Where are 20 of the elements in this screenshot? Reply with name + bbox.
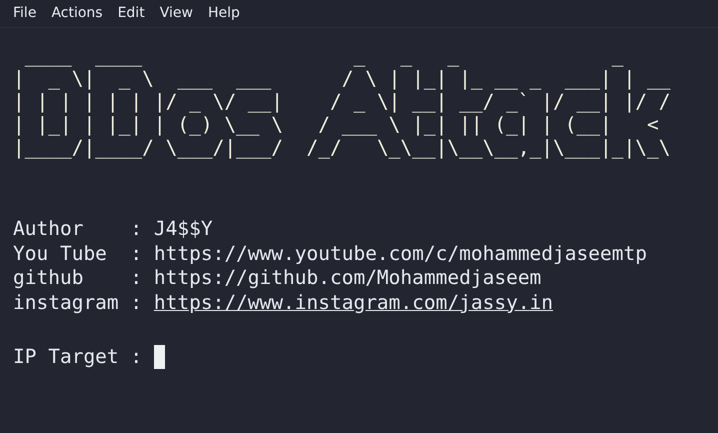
info-value: https://github.com/Mohammedjaseem xyxy=(154,266,542,290)
menu-item[interactable]: Edit xyxy=(118,3,145,24)
info-label: github xyxy=(13,266,84,290)
separator: : xyxy=(130,290,142,315)
info-label: Author xyxy=(13,217,84,242)
menu-item[interactable]: View xyxy=(160,3,193,24)
prompt-text: IP Target : xyxy=(13,345,142,370)
info-label: You Tube xyxy=(13,242,108,266)
info-value: https://www.youtube.com/c/mohammedjaseemtp xyxy=(154,242,647,266)
ascii-title-text: ____ ____ _ _ _ _ | _ \| _ \ ___ ___ / \ | |_| |_ __ _ ___| | __ | | | | | | |/ _ \/ __| / _ \| __| __/ _` |/ __| |/ / | |_| | |_| | (_) \__ \ / ___ \ |_| || (_| | (__| < |____/|____/ \___/|___/ /_/ \_\__|\__\__,_|\___|_|\_\ xyxy=(13,44,670,159)
info-value: J4$$Y xyxy=(154,217,213,242)
text-cursor xyxy=(154,345,165,370)
separator: : xyxy=(130,242,142,266)
menu-item[interactable]: Actions xyxy=(51,3,103,24)
separator: : xyxy=(130,266,142,290)
link[interactable]: https://www.instagram.com/jassy.in xyxy=(154,290,554,315)
menu-item[interactable]: Help xyxy=(208,3,240,24)
info-label: instagram xyxy=(13,290,120,315)
menu-item[interactable]: File xyxy=(13,3,36,24)
separator: : xyxy=(130,217,142,242)
